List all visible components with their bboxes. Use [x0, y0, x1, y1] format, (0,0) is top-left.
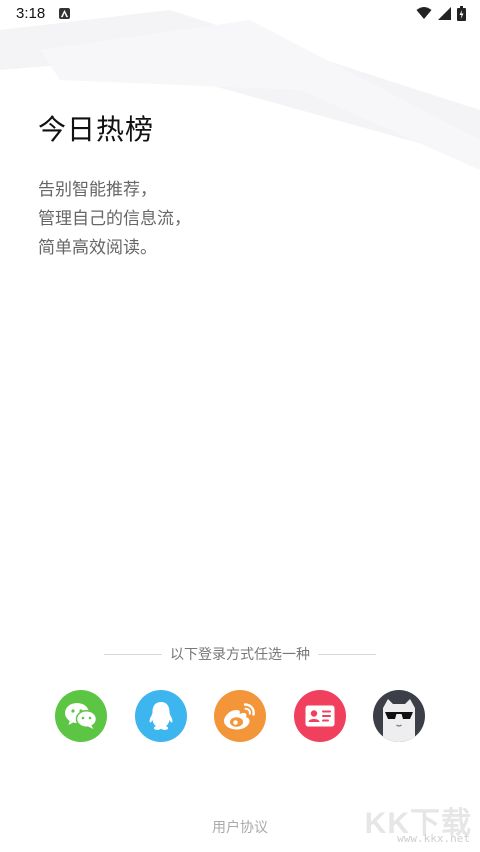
id-card-icon [305, 705, 334, 727]
watermark-url: www.kkx.net [397, 832, 470, 845]
status-bar: 3:18 [0, 0, 480, 26]
id-card-login-button[interactable] [293, 690, 346, 742]
login-methods-caption: 以下登录方式任选一种 [170, 647, 310, 663]
login-options [55, 690, 425, 742]
a-notification-icon [59, 7, 71, 19]
divider-line-right [318, 653, 376, 655]
weibo-icon [224, 703, 255, 730]
anonymous-login-button[interactable] [373, 690, 425, 742]
intro-line-2: 管理自己的信息流， [38, 209, 191, 229]
sunglasses-cat-icon [383, 699, 415, 742]
status-time: 3:18 [16, 4, 46, 22]
cellular-signal-icon [438, 6, 451, 20]
wechat-login-button[interactable] [55, 690, 107, 742]
divider-line-left [104, 653, 162, 655]
intro-line-3: 简单高效阅读。 [38, 238, 157, 258]
wechat-icon [65, 703, 98, 729]
wifi-icon [416, 7, 432, 19]
intro-description: 告别智能推荐， 管理自己的信息流， 简单高效阅读。 [38, 176, 191, 263]
qq-penguin-icon [149, 702, 172, 730]
weibo-login-button[interactable] [214, 690, 266, 742]
qq-login-button[interactable] [134, 690, 187, 742]
page-title: 今日热榜 [38, 113, 155, 146]
battery-icon [457, 5, 466, 21]
watermark: KK下载 www.kkx.net [360, 798, 478, 848]
login-divider: 以下登录方式任选一种 [104, 644, 376, 664]
intro-line-1: 告别智能推荐， [38, 180, 157, 200]
